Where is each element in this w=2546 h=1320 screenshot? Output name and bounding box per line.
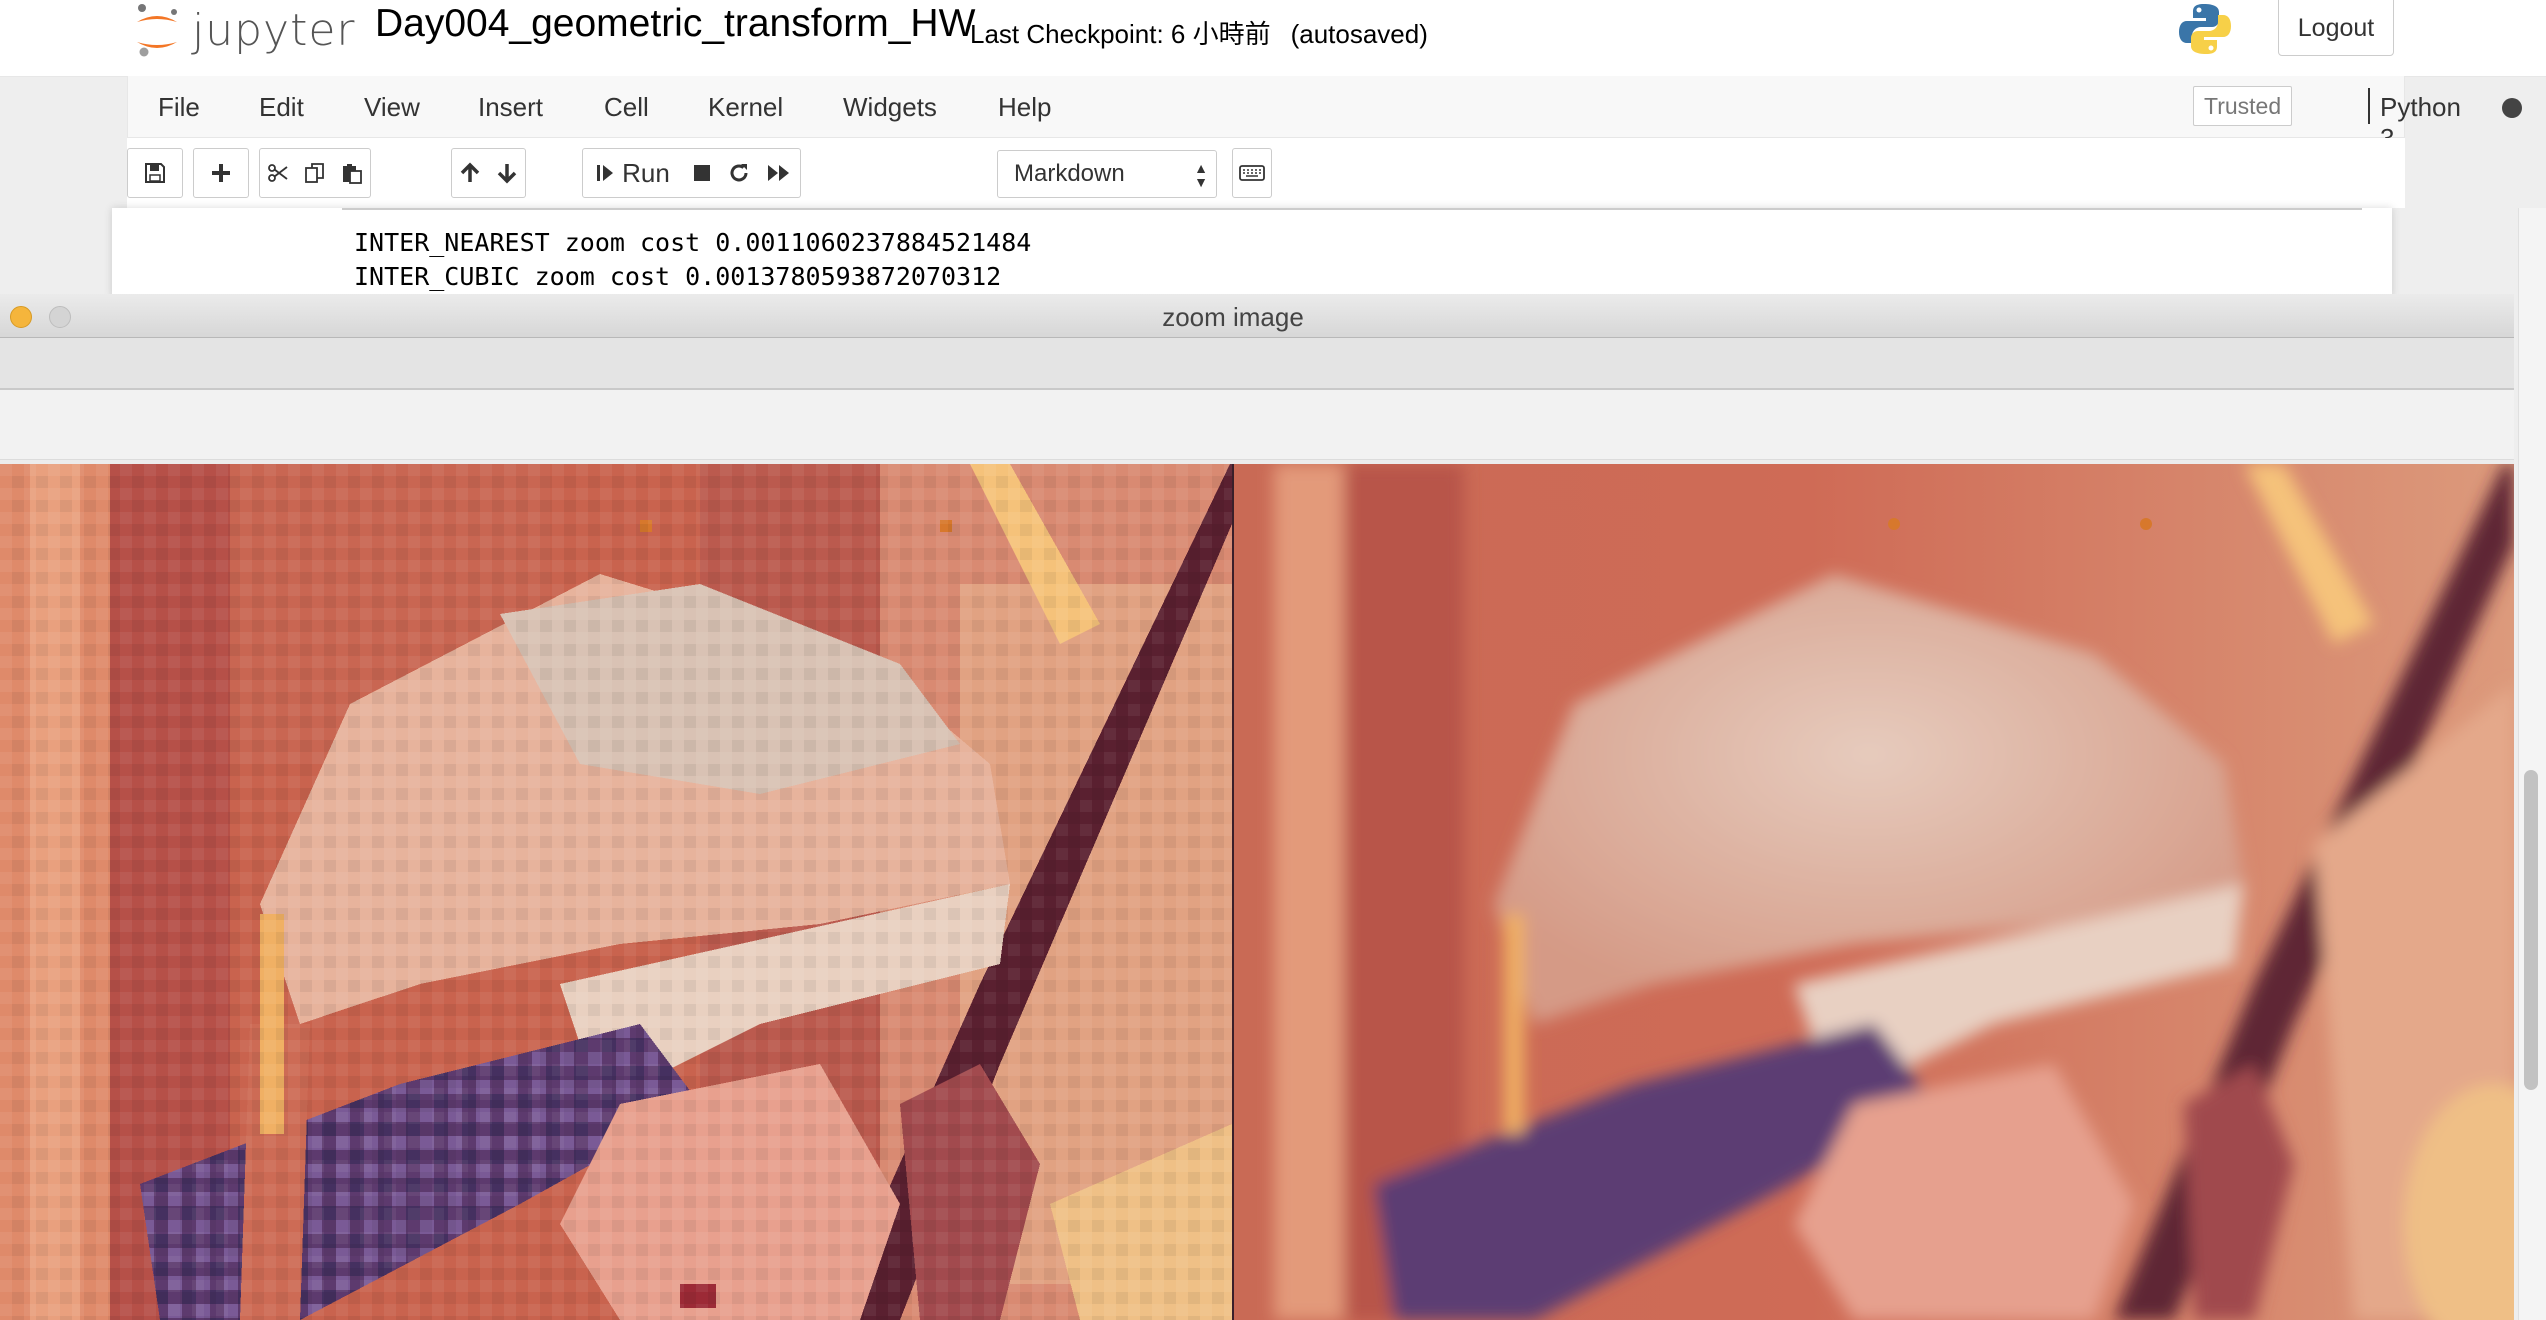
cut-button[interactable] <box>259 148 297 198</box>
window-toolbar <box>0 338 2514 390</box>
menu-cell[interactable]: Cell <box>604 92 649 123</box>
insert-cell-button[interactable] <box>193 148 249 198</box>
move-down-button[interactable] <box>488 148 526 198</box>
menu-widgets[interactable]: Widgets <box>843 92 937 123</box>
notebook-toolbar: Run Markdown ▲ ▼ <box>127 138 2405 208</box>
run-button[interactable]: Run <box>582 148 684 198</box>
cubic-zoom-image <box>1234 464 2514 1320</box>
zoom-image-window: zoom image <box>0 294 2514 1320</box>
menu-view[interactable]: View <box>364 92 420 123</box>
jupyter-logo-icon <box>137 4 177 57</box>
keyboard-icon <box>1239 165 1265 181</box>
trusted-badge[interactable]: Trusted <box>2193 86 2293 126</box>
move-up-button[interactable] <box>451 148 489 198</box>
logout-button[interactable]: Logout <box>2278 0 2394 56</box>
menu-edit[interactable]: Edit <box>259 92 304 123</box>
paste-button[interactable] <box>333 148 371 198</box>
restart-button[interactable] <box>720 148 758 198</box>
window-status-bar <box>0 390 2514 460</box>
cell-type-select[interactable]: Markdown ▲ ▼ <box>997 150 1217 198</box>
stop-icon <box>693 165 710 181</box>
window-title: zoom image <box>1162 302 1304 332</box>
copy-icon <box>304 163 324 183</box>
output-line: INTER_NEAREST zoom cost 0.00110602378845… <box>354 228 1032 257</box>
plus-icon <box>212 164 230 182</box>
jupyter-logo[interactable]: jupyter <box>132 2 356 58</box>
notebook-title[interactable]: Day004_geometric_transform_HW <box>375 2 975 46</box>
kernel-busy-indicator-icon <box>2502 98 2522 118</box>
menu-insert[interactable]: Insert <box>478 92 543 123</box>
output-divider <box>342 208 2362 210</box>
page-scroll-thumb[interactable] <box>2524 770 2538 1090</box>
last-checkpoint-text: Last Checkpoint: 6 小時前 <box>970 19 1271 49</box>
save-button[interactable] <box>127 148 183 198</box>
menu-bar: File Edit View Insert Cell Kernel Widget… <box>127 76 2522 153</box>
output-cell[interactable]: INTER_NEAREST zoom cost 0.00110602378845… <box>112 208 2392 298</box>
notebook-header: jupyter Day004_geometric_transform_HW La… <box>0 0 2546 77</box>
autosave-status: (autosaved) <box>1290 19 1428 49</box>
restart-icon <box>730 164 747 182</box>
arrow-down-icon <box>497 164 516 184</box>
select-arrows-icon: ▲ ▼ <box>1194 160 1208 190</box>
python-logo-icon <box>2179 4 2231 54</box>
interrupt-button[interactable] <box>683 148 721 198</box>
menu-kernel[interactable]: Kernel <box>708 92 783 123</box>
cut-icon <box>268 164 288 182</box>
menu-file[interactable]: File <box>158 92 200 123</box>
save-icon <box>145 163 165 183</box>
page-scrollbar[interactable] <box>2518 208 2546 1320</box>
copy-button[interactable] <box>296 148 334 198</box>
output-line: INTER_CUBIC zoom cost 0.0013780593872070… <box>354 262 1002 291</box>
command-palette-button[interactable] <box>1232 148 1272 198</box>
cell-type-value: Markdown <box>1014 160 1125 187</box>
restart-run-all-button[interactable] <box>757 148 801 198</box>
checkpoint-status: Last Checkpoint: 6 小時前 (autosaved) <box>970 14 1428 51</box>
logo-text: jupyter <box>192 4 356 56</box>
nearest-zoom-image <box>0 464 1232 1320</box>
menu-help[interactable]: Help <box>998 92 1051 123</box>
image-canvas <box>0 464 2514 1320</box>
arrow-up-icon <box>460 162 480 182</box>
run-label: Run <box>622 157 670 188</box>
window-titlebar[interactable]: zoom image <box>0 294 2514 338</box>
fast-forward-icon <box>767 165 789 181</box>
kernel-separator <box>2368 88 2370 124</box>
paste-icon <box>342 164 362 184</box>
run-icon <box>597 165 614 181</box>
